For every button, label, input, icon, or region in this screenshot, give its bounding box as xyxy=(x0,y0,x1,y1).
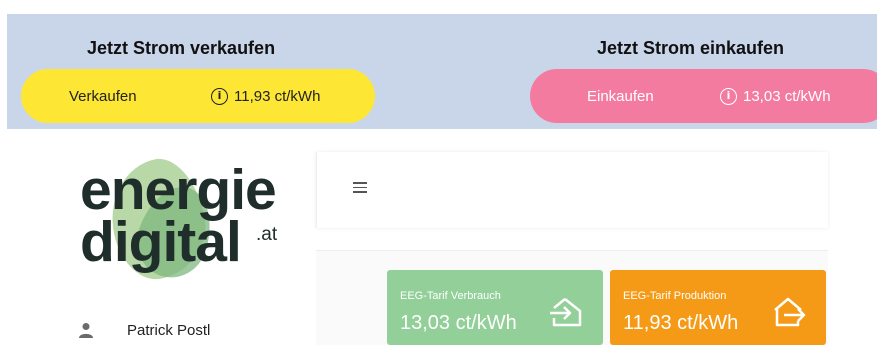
buy-button[interactable]: Einkaufen i 13,03 ct/kWh xyxy=(530,69,877,123)
sell-price: i 11,93 ct/kWh xyxy=(211,87,321,105)
tile-value: 11,93 ct/kWh xyxy=(623,312,739,334)
app-topbar xyxy=(316,152,828,228)
sell-price-value: 11,93 ct/kWh xyxy=(234,87,321,105)
energie-digital-logo[interactable]: energie digital .at xyxy=(80,151,320,287)
menu-icon[interactable] xyxy=(353,182,367,193)
buy-price: i 13,03 ct/kWh xyxy=(720,87,831,105)
tile-value: 13,03 ct/kWh xyxy=(400,312,517,334)
tile-eeg-production[interactable]: EEG-Tarif Produktion 11,93 ct/kWh xyxy=(610,270,826,345)
info-icon: i xyxy=(720,87,737,105)
sell-label: Verkaufen xyxy=(69,87,137,105)
user-name[interactable]: Patrick Postl xyxy=(127,322,210,339)
tile-label: EEG-Tarif Verbrauch xyxy=(400,290,501,302)
price-banner: Jetzt Strom verkaufen Jetzt Strom einkau… xyxy=(7,14,877,129)
buy-label: Einkaufen xyxy=(587,87,654,105)
user-icon xyxy=(79,323,93,338)
logo-text-line2: digital xyxy=(80,210,242,274)
sell-title: Jetzt Strom verkaufen xyxy=(87,38,276,58)
logo-suffix: .at xyxy=(256,224,278,245)
house-arrow-out-icon xyxy=(774,297,806,327)
sell-button[interactable]: Verkaufen i 11,93 ct/kWh xyxy=(21,69,375,123)
tile-eeg-consumption[interactable]: EEG-Tarif Verbrauch 13,03 ct/kWh xyxy=(387,270,603,345)
house-arrow-in-icon xyxy=(550,298,582,327)
buy-title: Jetzt Strom einkaufen xyxy=(597,38,785,58)
buy-price-value: 13,03 ct/kWh xyxy=(743,87,831,105)
info-icon: i xyxy=(211,87,228,105)
tile-label: EEG-Tarif Produktion xyxy=(623,290,727,302)
